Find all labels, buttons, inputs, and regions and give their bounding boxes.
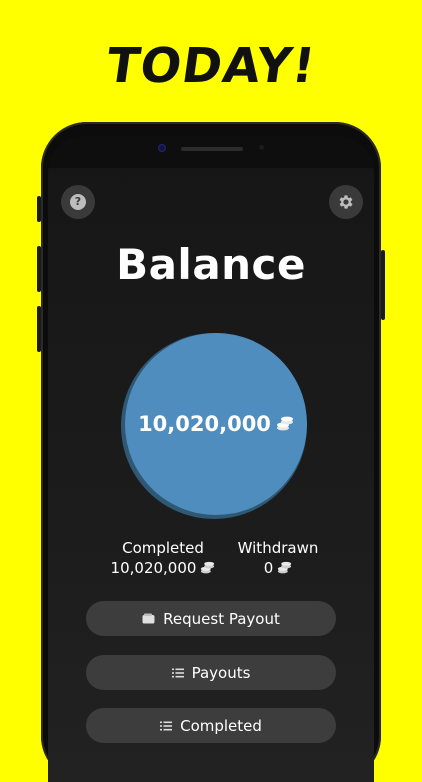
balance-circle: 10,020,000 bbox=[125, 333, 307, 515]
completed-value: 10,020,000 bbox=[110, 559, 197, 577]
power-button bbox=[381, 250, 385, 320]
coins-icon bbox=[276, 416, 294, 432]
balance-value: 10,020,000 bbox=[138, 412, 271, 436]
withdrawn-stat: Withdrawn 0 bbox=[228, 539, 328, 577]
completed-stat: Completed 10,020,000 bbox=[103, 539, 223, 577]
payouts-button[interactable]: Payouts bbox=[86, 655, 336, 690]
wallet-icon bbox=[142, 613, 155, 624]
help-button[interactable]: ? bbox=[61, 185, 95, 219]
payouts-label: Payouts bbox=[191, 663, 251, 682]
app-screen: ? Balance 10,020,000 Completed 10,020,00… bbox=[48, 136, 374, 782]
volume-down-button bbox=[37, 306, 41, 352]
list-icon bbox=[160, 721, 173, 730]
balance-display: 10,020,000 bbox=[138, 412, 294, 436]
phone-frame: ? Balance 10,020,000 Completed 10,020,00… bbox=[37, 122, 385, 782]
stats-row: Completed 10,020,000 Withdrawn 0 bbox=[48, 539, 374, 589]
list-icon bbox=[171, 668, 184, 677]
completed-label: Completed bbox=[180, 716, 262, 735]
coins-icon bbox=[200, 561, 215, 575]
proximity-sensor bbox=[259, 145, 264, 150]
completed-label: Completed bbox=[122, 539, 204, 557]
page-title: Balance bbox=[116, 240, 306, 289]
settings-button[interactable] bbox=[329, 185, 363, 219]
volume-up-button bbox=[37, 246, 41, 292]
withdrawn-label: Withdrawn bbox=[237, 539, 319, 557]
question-icon: ? bbox=[70, 194, 86, 210]
speaker-grille bbox=[181, 147, 243, 151]
request-payout-button[interactable]: Request Payout bbox=[86, 601, 336, 636]
request-payout-label: Request Payout bbox=[163, 609, 280, 628]
headline: TODAY! bbox=[102, 38, 320, 94]
gear-icon bbox=[339, 195, 353, 209]
notch bbox=[48, 136, 374, 168]
completed-button[interactable]: Completed bbox=[86, 708, 336, 743]
mute-switch bbox=[37, 196, 41, 222]
withdrawn-value: 0 bbox=[263, 559, 274, 577]
front-camera bbox=[158, 144, 166, 152]
coins-icon bbox=[277, 561, 292, 575]
